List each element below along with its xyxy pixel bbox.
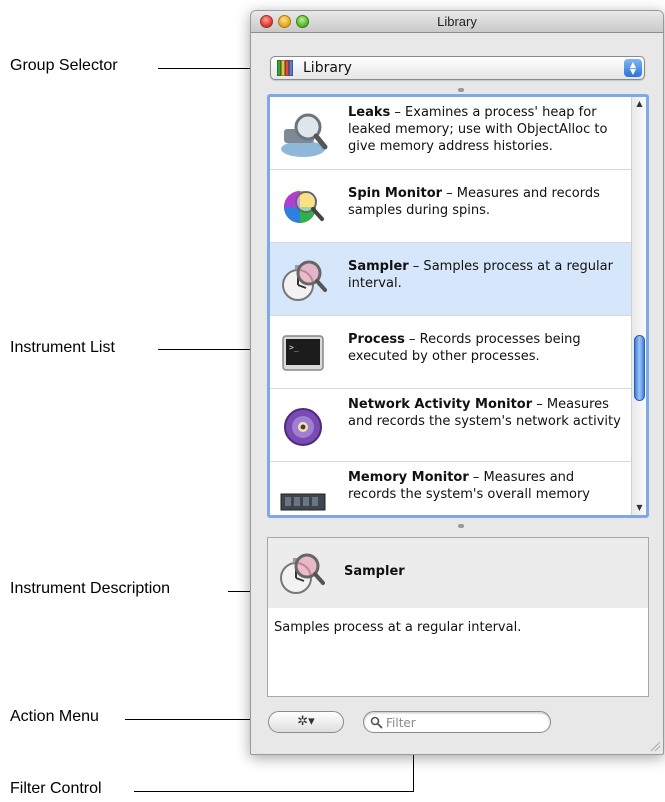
- terminal-icon: >_: [282, 335, 324, 371]
- scroll-up-arrow-icon[interactable]: ▲: [632, 97, 646, 111]
- title-bar[interactable]: Library: [251, 11, 663, 33]
- instrument-row-process[interactable]: >_ Process – Records processes being exe…: [270, 316, 631, 389]
- instrument-name: Memory Monitor: [348, 470, 469, 485]
- callout-action-menu: Action Menu: [10, 708, 99, 725]
- filter-control[interactable]: [363, 711, 551, 733]
- description-title: Sampler: [344, 564, 405, 579]
- instrument-name: Network Activity Monitor: [348, 397, 533, 412]
- instrument-row-text: Network Activity Monitor – Measures and …: [348, 396, 625, 430]
- callout-line-action-menu: [125, 719, 268, 720]
- search-icon: [370, 716, 383, 729]
- scroll-down-arrow-icon[interactable]: ▼: [632, 501, 646, 515]
- sampler-icon: [282, 260, 327, 301]
- leaks-icon: [281, 113, 328, 157]
- callout-instrument-list: Instrument List: [10, 339, 115, 356]
- callout-instrument-description: Instrument Description: [10, 580, 171, 597]
- group-selector[interactable]: Library ▲ ▼: [270, 56, 645, 80]
- network-icon: [284, 408, 322, 446]
- gear-icon: ✲▾: [297, 714, 315, 729]
- instrument-row-network-activity-monitor[interactable]: Network Activity Monitor – Measures and …: [270, 389, 631, 462]
- split-handle-bottom[interactable]: [458, 524, 464, 528]
- instrument-description-pane: Sampler Samples process at a regular int…: [267, 537, 649, 697]
- resize-grip-icon[interactable]: [649, 740, 661, 752]
- list-scrollbar[interactable]: ▲ ▼: [631, 97, 646, 515]
- instrument-name: Process: [348, 332, 405, 347]
- library-window: Library Library ▲ ▼ Leaks – Examines a pr…: [250, 10, 664, 755]
- instrument-name: Spin Monitor: [348, 186, 443, 201]
- instrument-row-spin-monitor[interactable]: Spin Monitor – Measures and records samp…: [270, 170, 631, 243]
- callout-group-selector: Group Selector: [10, 57, 118, 74]
- chevron-up-down-icon: ▲ ▼: [624, 59, 642, 77]
- instrument-name: Leaks: [348, 105, 391, 120]
- callout-line-filter-control-h: [134, 791, 413, 792]
- description-body: Samples process at a regular interval.: [274, 620, 522, 635]
- colored-books-icon: [277, 60, 295, 76]
- instrument-list[interactable]: Leaks – Examines a process' heap for lea…: [267, 94, 649, 518]
- filter-input[interactable]: [386, 714, 536, 731]
- spin-monitor-icon: [284, 191, 324, 223]
- sampler-icon: [280, 553, 325, 594]
- instrument-row-leaks[interactable]: Leaks – Examines a process' heap for lea…: [270, 97, 631, 170]
- memory-icon: [280, 493, 326, 511]
- instrument-row-text: Leaks – Examines a process' heap for lea…: [348, 104, 625, 155]
- split-handle-top[interactable]: [458, 88, 464, 92]
- callout-filter-control: Filter Control: [10, 780, 102, 797]
- instrument-row-text: Process – Records processes being execut…: [348, 331, 625, 365]
- description-header: Sampler: [268, 538, 648, 608]
- instrument-row-text: Sampler – Samples process at a regular i…: [348, 258, 625, 292]
- instrument-row-text: Spin Monitor – Measures and records samp…: [348, 185, 625, 219]
- instrument-row-text: Memory Monitor – Measures and records th…: [348, 469, 625, 503]
- callout-line-instrument-list: [158, 349, 257, 350]
- instrument-list-rows: Leaks – Examines a process' heap for lea…: [270, 97, 631, 515]
- scroll-thumb[interactable]: [634, 335, 645, 401]
- instrument-row-sampler[interactable]: Sampler – Samples process at a regular i…: [270, 243, 631, 316]
- instrument-row-memory-monitor[interactable]: Memory Monitor – Measures and records th…: [270, 462, 631, 515]
- action-menu-button[interactable]: ✲▾: [268, 711, 344, 733]
- svg-text:>_: >_: [289, 343, 299, 352]
- group-selector-label: Library: [303, 60, 352, 76]
- window-title: Library: [437, 14, 477, 29]
- instrument-name: Sampler: [348, 259, 409, 274]
